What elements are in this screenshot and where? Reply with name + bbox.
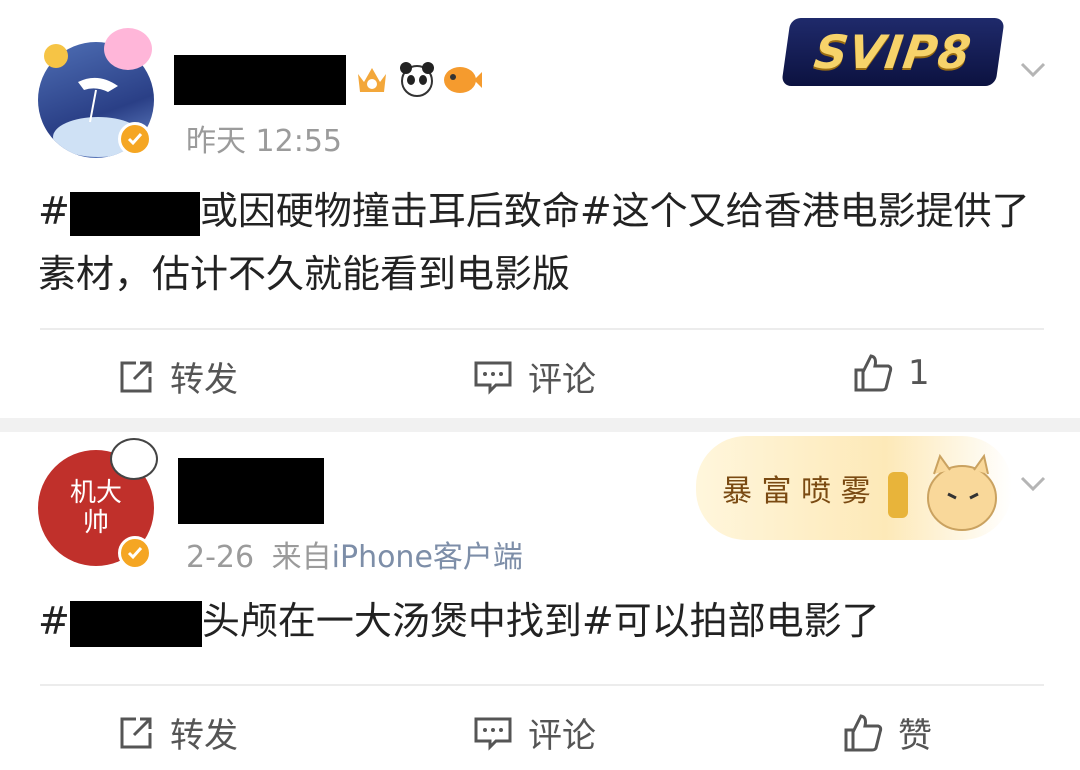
redacted-username[interactable] [174, 55, 346, 105]
post-time: 昨天 12:55 [186, 124, 342, 159]
fish-badge-icon [442, 62, 482, 98]
post-separator [0, 418, 1080, 432]
thumbs-up-icon [844, 713, 883, 751]
comment-button[interactable]: 评论 [472, 352, 596, 401]
card-banner-text: 暴 富 喷 雾 [722, 474, 871, 509]
post-body: # 或因硬物撞击耳后致命#这个又给香港电影提供了素材，估计不久就能看到电影版 [38, 189, 1030, 296]
decorative-card-banner[interactable]: 暴 富 喷 雾 [696, 436, 1012, 540]
thumbs-up-icon [854, 354, 893, 392]
comment-button[interactable]: 评论 [472, 708, 596, 757]
pendant-scribble-icon [110, 438, 158, 480]
comment-icon [474, 361, 512, 395]
post-card-2: 机大帅 2-26 来自iPhone客户端 暴 富 喷 雾 # 头颅在一大汤煲中找到… [0, 432, 1080, 770]
panda-badge-icon [398, 60, 436, 98]
svip-badge[interactable]: SVIP8 [781, 18, 1005, 86]
repost-button[interactable]: 转发 [116, 352, 238, 401]
redacted-hashtag [69, 191, 200, 236]
verified-badge-icon [118, 536, 152, 570]
pendant-fish-icon [104, 28, 152, 70]
repost-button[interactable]: 转发 [116, 708, 238, 757]
redacted-hashtag [69, 600, 202, 647]
post-card-1: 昨天 12:55 SVIP8 # 或因硬物撞击耳后致命#这个又给香港电影提供了素材… [0, 0, 1080, 418]
crown-badge-icon [354, 60, 390, 98]
redacted-username[interactable] [178, 458, 324, 524]
comment-icon [474, 717, 512, 751]
chevron-down-icon[interactable] [1016, 466, 1050, 500]
divider [40, 684, 1044, 686]
like-button[interactable]: 1 [852, 352, 930, 394]
post-time: 2-26 来自iPhone客户端 [186, 540, 523, 575]
source-link[interactable]: iPhone客户端 [332, 540, 523, 575]
repost-icon [120, 717, 152, 748]
avatar-seal-text: 机大帅 [69, 478, 122, 538]
chevron-down-icon[interactable] [1016, 52, 1050, 86]
divider [40, 328, 1044, 330]
post-body: # 头颅在一大汤煲中找到#可以拍部电影了 [38, 590, 1038, 653]
repost-icon [120, 361, 152, 392]
verified-badge-icon [118, 122, 152, 156]
gold-pendant-icon [44, 44, 68, 68]
like-button[interactable]: 赞 [842, 708, 932, 757]
cat-with-spray-icon [888, 453, 997, 531]
